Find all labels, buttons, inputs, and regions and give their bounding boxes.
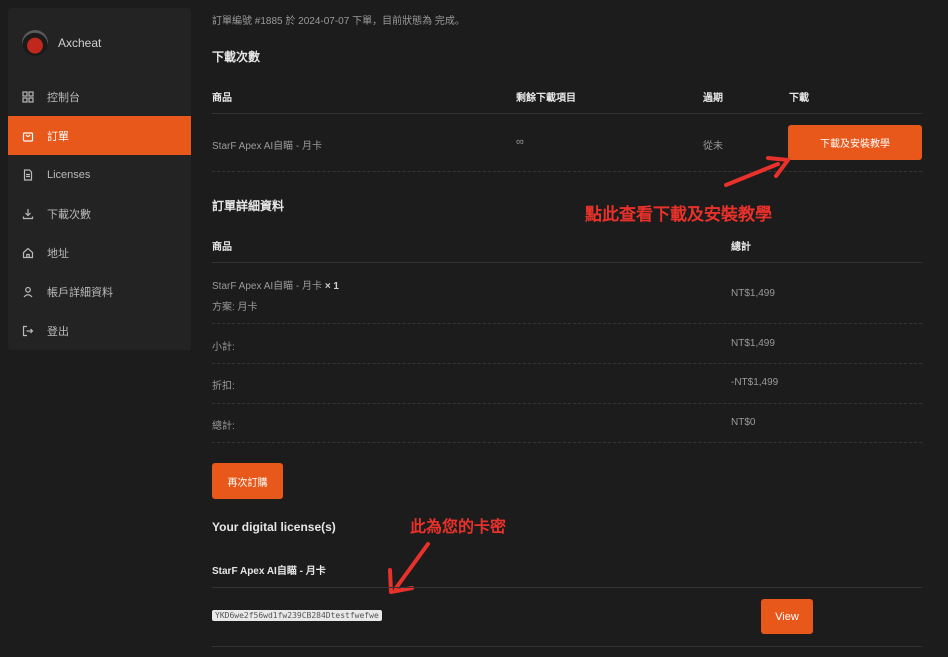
licenses-title: Your digital license(s) — [212, 520, 336, 534]
sidebar-item-account-details[interactable]: 帳戶詳細資料 — [8, 272, 191, 311]
order-item-name-text: StarF Apex AI自瞄 - 月卡 — [212, 281, 323, 292]
annotation-arrow-icon — [388, 542, 430, 594]
sidebar-item-label: 控制台 — [47, 91, 80, 104]
brand-name: Axcheat — [58, 36, 102, 50]
order-item-name: StarF Apex AI自瞄 - 月卡 × 1 — [212, 277, 339, 292]
sidebar-item-downloads[interactable]: 下載次數 — [8, 194, 191, 233]
sidebar-item-addresses[interactable]: 地址 — [8, 233, 191, 272]
downloads-header-expires: 過期 — [703, 93, 723, 104]
divider — [212, 262, 922, 263]
dashboard-grid-icon — [22, 90, 34, 103]
downloads-header-remaining: 剩餘下載項目 — [516, 93, 576, 104]
divider — [212, 442, 922, 443]
sidebar-item-label: 訂單 — [47, 130, 69, 143]
subtotal-label: 小計: — [212, 342, 235, 353]
total-label: 總計: — [212, 421, 235, 432]
divider — [212, 363, 922, 364]
download-remaining-value: ∞ — [516, 136, 524, 148]
divider — [212, 646, 922, 647]
order-item-total: NT$1,499 — [731, 288, 775, 299]
sidebar-item-label: Licenses — [47, 168, 91, 181]
divider — [212, 323, 922, 324]
downloads-title: 下載次數 — [212, 50, 261, 64]
discount-label: 折扣: — [212, 381, 235, 392]
view-license-button[interactable]: View — [761, 599, 813, 634]
divider — [212, 113, 922, 114]
key-hint-annotation: 此為您的卡密 — [410, 519, 507, 536]
sidebar: Axcheat 控制台 訂單 Licenses 下載次數 地址 帳戶詳細資料 登… — [8, 8, 191, 350]
sidebar-item-label: 帳戶詳細資料 — [47, 286, 113, 299]
download-product-name: StarF Apex AI自瞄 - 月卡 — [212, 141, 323, 152]
discount-value: -NT$1,499 — [731, 377, 779, 388]
home-icon — [22, 247, 34, 259]
divider — [212, 587, 922, 588]
download-install-tutorial-button[interactable]: 下載及安裝教學 — [788, 125, 922, 160]
order-details-header-product: 商品 — [212, 242, 232, 253]
divider — [212, 403, 922, 404]
document-icon — [22, 168, 34, 181]
sidebar-item-licenses[interactable]: Licenses — [8, 155, 191, 194]
downloads-header-product: 商品 — [212, 93, 232, 104]
sidebar-item-orders[interactable]: 訂單 — [8, 116, 191, 155]
sidebar-item-label: 登出 — [47, 325, 69, 338]
total-value: NT$0 — [731, 417, 756, 428]
order-details-title: 訂單詳細資料 — [212, 199, 285, 213]
user-icon — [22, 286, 34, 298]
annotation-arrow-icon — [724, 156, 790, 187]
order-item-plan: 方案: 月卡 — [212, 302, 258, 313]
download-hint-annotation: 點此查看下載及安裝教學 — [585, 205, 772, 224]
download-icon — [22, 208, 34, 220]
order-again-button[interactable]: 再次訂購 — [212, 463, 283, 499]
sidebar-item-label: 下載次數 — [47, 208, 91, 221]
brand[interactable]: Axcheat — [22, 30, 101, 56]
order-status-notice: 訂單編號 #1885 於 2024-07-07 下單，目前狀態為 完成。 — [212, 16, 465, 27]
logout-icon — [22, 325, 34, 337]
sidebar-item-logout[interactable]: 登出 — [8, 311, 191, 350]
license-product-name: StarF Apex AI自瞄 - 月卡 — [212, 566, 326, 577]
divider — [212, 171, 922, 172]
order-details-header-total: 總計 — [731, 242, 751, 253]
sidebar-item-dashboard[interactable]: 控制台 — [8, 77, 191, 116]
downloads-header-download: 下載 — [789, 93, 809, 104]
download-expires-value: 從未 — [703, 141, 723, 152]
license-key-code[interactable]: YKD6we2f56wd1fw239CB284Dtestfwefwe — [212, 610, 382, 621]
brand-logo — [22, 30, 48, 56]
subtotal-value: NT$1,499 — [731, 338, 775, 349]
shopping-bag-icon — [22, 130, 34, 142]
sidebar-item-label: 地址 — [47, 247, 69, 260]
order-item-quantity: × 1 — [324, 281, 339, 292]
